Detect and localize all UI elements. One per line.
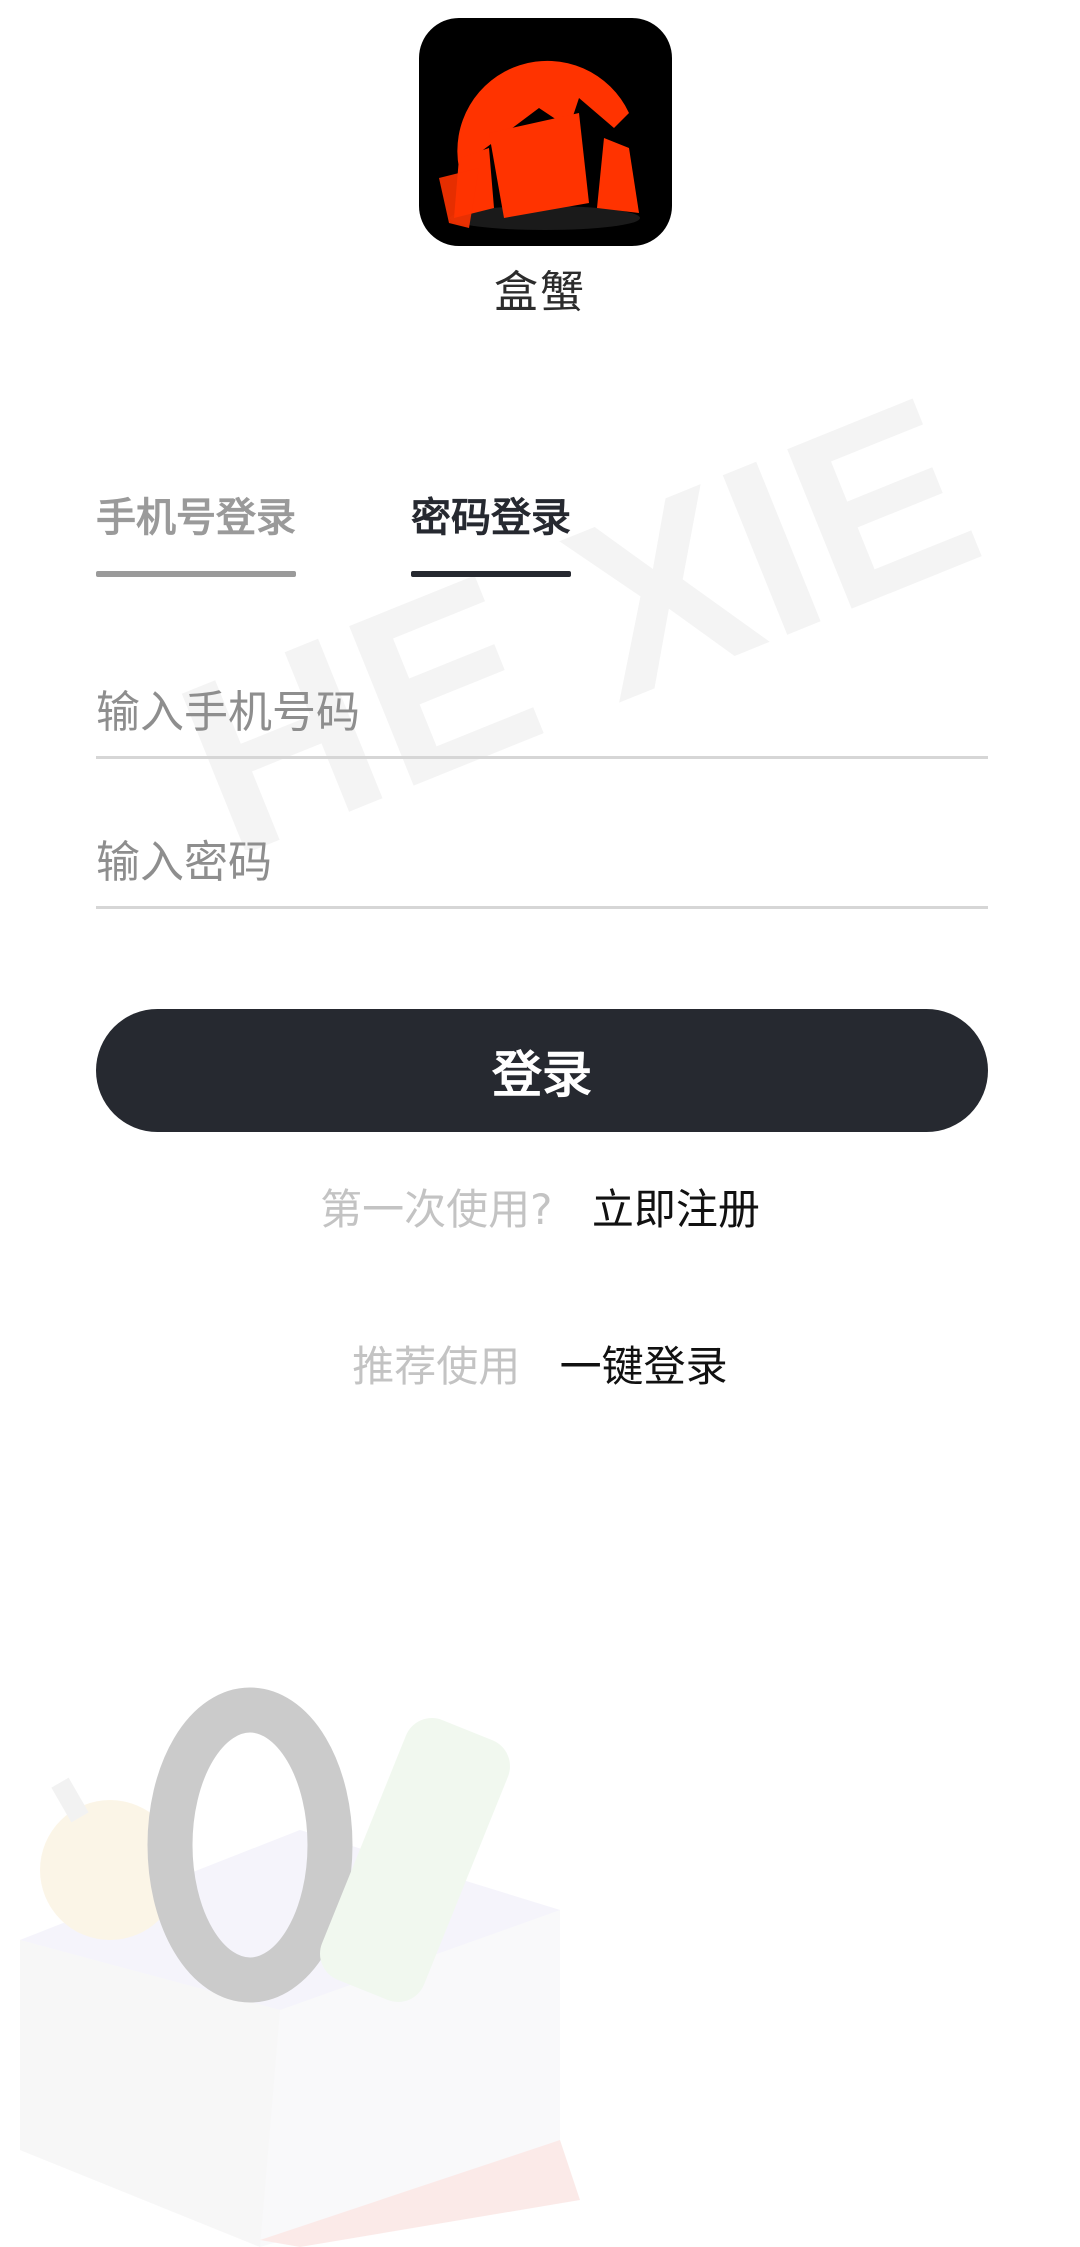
product-box-illustration (20, 1687, 580, 2247)
password-input[interactable] (96, 822, 988, 902)
tab-phone-underline (96, 571, 296, 577)
tab-password-underline (411, 571, 571, 577)
phone-field (96, 672, 988, 759)
tab-phone-login[interactable]: 手机号登录 (96, 485, 296, 577)
tab-phone-login-label: 手机号登录 (96, 495, 296, 541)
password-field (96, 822, 988, 909)
watermark-label: HE XIE (146, 343, 1011, 850)
app-name: 盒蟹 (494, 267, 586, 318)
tab-password-login[interactable]: 密码登录 (411, 485, 571, 577)
register-prompt: 第一次使用? (320, 1185, 553, 1234)
tab-password-login-label: 密码登录 (411, 495, 571, 541)
one-key-login-link[interactable]: 一键登录 (560, 1342, 728, 1391)
one-key-prompt: 推荐使用 (352, 1342, 521, 1391)
app-logo-icon (419, 18, 672, 246)
register-link[interactable]: 立即注册 (592, 1185, 760, 1234)
login-button[interactable]: 登录 (96, 1009, 988, 1132)
phone-input[interactable] (96, 672, 988, 752)
one-key-login-row: 推荐使用 一键登录 (0, 1333, 1080, 1394)
register-row: 第一次使用? 立即注册 (0, 1176, 1080, 1237)
